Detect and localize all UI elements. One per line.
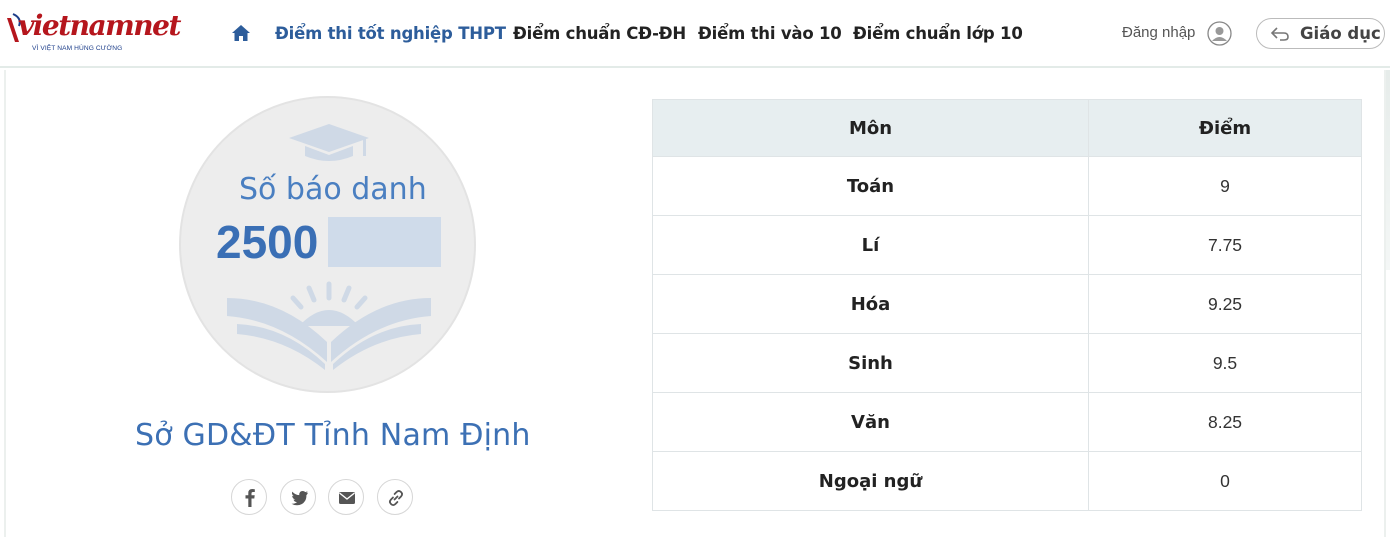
link-icon <box>389 490 403 506</box>
candidate-number: 2500 <box>216 216 319 268</box>
education-section-button[interactable]: Giáo dục <box>1256 18 1385 49</box>
nav-item-university-cutoff[interactable]: Điểm chuẩn CĐ-ĐH <box>513 24 686 43</box>
site-header: vietnamnet VÌ VIỆT NAM HÙNG CƯỜNG Điểm t… <box>0 0 1390 68</box>
table-row: Lí 7.75 <box>652 215 1362 275</box>
email-icon <box>339 492 355 504</box>
twitter-icon <box>291 491 308 506</box>
scores-table: Môn Điểm Toán 9 Lí 7.75 Hóa 9.25 Sinh 9.… <box>652 99 1362 511</box>
table-header-row: Môn Điểm <box>652 99 1362 157</box>
subject-cell: Sinh <box>652 333 1089 393</box>
education-button-label: Giáo dục <box>1300 24 1381 43</box>
back-arrow-icon <box>1270 27 1289 41</box>
score-cell: 9 <box>1088 156 1362 216</box>
score-cell: 8.25 <box>1088 392 1362 452</box>
nav-item-thpt-scores[interactable]: Điểm thi tốt nghiệp THPT <box>275 24 506 43</box>
copy-link-button[interactable] <box>377 479 413 515</box>
table-row: Ngoại ngữ 0 <box>652 451 1362 511</box>
score-cell: 9.5 <box>1088 333 1362 393</box>
facebook-icon <box>245 489 255 507</box>
subject-cell: Hóa <box>652 274 1089 334</box>
subject-column-header: Môn <box>652 99 1089 157</box>
share-twitter-button[interactable] <box>280 479 316 515</box>
subject-cell: Lí <box>652 215 1089 275</box>
table-row: Hóa 9.25 <box>652 274 1362 334</box>
subject-cell: Toán <box>652 156 1089 216</box>
login-link[interactable]: Đăng nhập <box>1122 24 1195 41</box>
score-cell: 9.25 <box>1088 274 1362 334</box>
score-cell: 7.75 <box>1088 215 1362 275</box>
nav-item-grade10-cutoff[interactable]: Điểm chuẩn lớp 10 <box>853 24 1023 43</box>
candidate-number-redacted <box>328 217 441 267</box>
page-edge-decoration <box>1386 70 1390 270</box>
logo-text-main: vietnam <box>18 9 135 42</box>
table-row: Văn 8.25 <box>652 392 1362 452</box>
user-icon[interactable] <box>1207 21 1232 46</box>
share-email-button[interactable] <box>328 479 364 515</box>
candidate-number-label: Số báo danh <box>239 172 427 207</box>
vietnamnet-logo[interactable]: vietnamnet VÌ VIỆT NAM HÙNG CƯỜNG <box>6 8 181 58</box>
logo-tagline: VÌ VIỆT NAM HÙNG CƯỜNG <box>32 45 123 52</box>
home-icon[interactable] <box>230 22 252 44</box>
nav-item-grade10-scores[interactable]: Điểm thi vào 10 <box>698 24 842 43</box>
subject-cell: Văn <box>652 392 1089 452</box>
score-column-header: Điểm <box>1088 99 1362 157</box>
score-cell: 0 <box>1088 451 1362 511</box>
table-row: Toán 9 <box>652 156 1362 216</box>
logo-text-net: net <box>133 9 181 42</box>
education-department: Sở GD&ĐT Tỉnh Nam Định <box>135 418 531 453</box>
subject-cell: Ngoại ngữ <box>652 451 1089 511</box>
table-row: Sinh 9.5 <box>652 333 1362 393</box>
share-facebook-button[interactable] <box>231 479 267 515</box>
